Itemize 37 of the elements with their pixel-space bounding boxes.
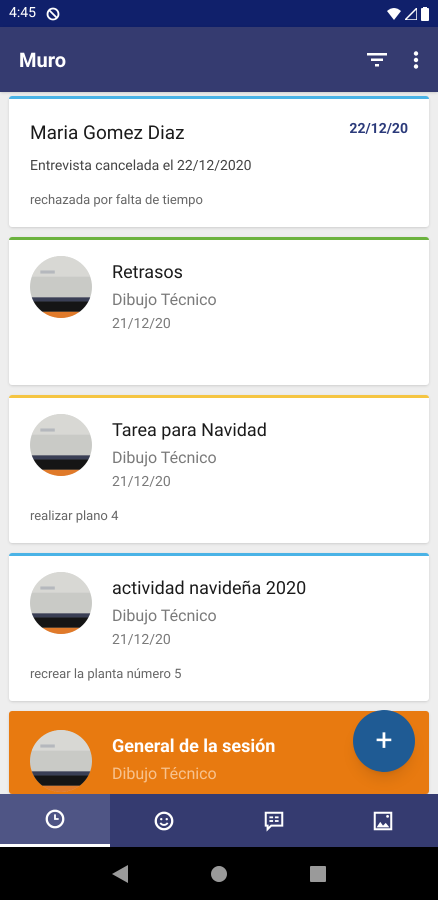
card-title: Tarea para Navidad [112, 419, 267, 443]
card-subject: Dibujo Técnico [112, 447, 218, 469]
card-date: 21/12/20 [112, 631, 172, 650]
home-icon[interactable] [210, 866, 227, 882]
card-note: realizar plano 4 [30, 508, 120, 526]
card-note: recrear la planta número 5 [30, 666, 182, 684]
more-icon[interactable] [413, 50, 419, 68]
card-subject: Dibujo Técnico [112, 289, 217, 311]
card[interactable]: Tarea para Navidad Dibujo Técnico 21/12/20 realizar plano 4 [9, 395, 429, 543]
smiley-icon [153, 810, 176, 832]
card-title: General de la sesión [112, 735, 276, 759]
card-note: rechazada por falta de tiempo [30, 192, 204, 210]
card[interactable]: actividad navideña 2020 Dibujo Técnico 21/12/20 recrear la planta número 5 [9, 553, 429, 701]
wifi-icon [387, 8, 401, 20]
signal-icon [405, 8, 417, 20]
card[interactable]: Maria Gomez Diaz 22/12/20 Entrevista cancelada el 22/12/2020 rechazada por falta de tiempo [9, 96, 429, 227]
back-icon[interactable] [112, 864, 128, 882]
filter-icon[interactable] [367, 52, 387, 66]
card-title: Retrasos [112, 261, 184, 285]
app-title: Muro [19, 46, 68, 74]
status-time: 4:45 [9, 4, 36, 23]
chat-icon [262, 810, 285, 832]
card-subject: Dibujo Técnico [112, 763, 218, 785]
clock-icon [44, 808, 66, 830]
card[interactable]: Retrasos Dibujo Técnico 21/12/20 [9, 237, 429, 385]
battery-icon [421, 6, 429, 20]
card-title: actividad navideña 2020 [112, 577, 306, 601]
card-date: 22/12/20 [349, 120, 408, 139]
sync-off-icon [46, 6, 60, 20]
image-icon [372, 810, 394, 832]
card-subject: Dibujo Técnico [112, 605, 218, 627]
card-title: Maria Gomez Diaz [30, 120, 185, 146]
card-date: 21/12/20 [112, 473, 172, 492]
bottom-tab[interactable] [0, 794, 110, 847]
card-subtitle: Entrevista cancelada el 22/12/2020 [30, 156, 253, 176]
recents-icon[interactable] [310, 866, 326, 882]
card-date: 21/12/20 [112, 315, 172, 334]
